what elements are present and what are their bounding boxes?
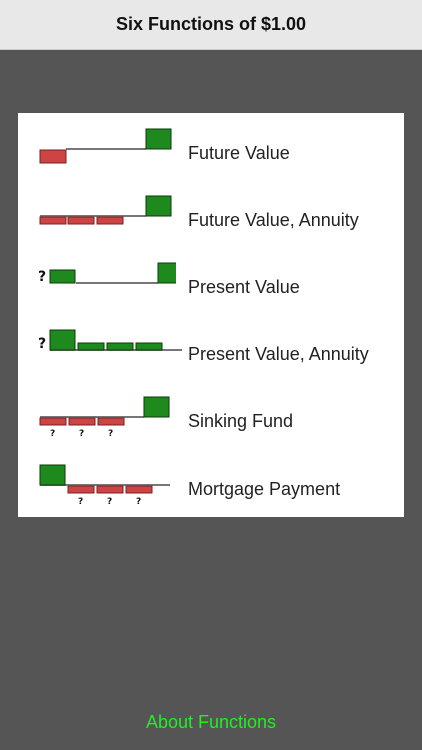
svg-text:?: ?: [38, 269, 46, 285]
svg-text:?: ?: [50, 429, 55, 439]
svg-text:?: ?: [79, 429, 84, 439]
about-functions-link[interactable]: About Functions: [0, 712, 422, 733]
navigation-bar: Six Functions of $1.00: [0, 0, 422, 50]
mortgage-payment-diagram-icon: ? ? ?: [39, 464, 170, 507]
list-item-label: Present Value, Annuity: [188, 344, 369, 364]
list-item-label: Present Value: [188, 277, 300, 297]
future-value-diagram-icon: ?: [39, 128, 172, 164]
list-item-sinking-fund[interactable]: ? ? ? Sinking Fund: [18, 391, 404, 449]
functions-list: ? Future Value ? Future Value, Annuity ?…: [18, 113, 404, 517]
present-value-annuity-diagram-icon: ?: [38, 329, 182, 352]
svg-text:?: ?: [78, 497, 83, 507]
list-item-label: Future Value, Annuity: [188, 210, 359, 230]
list-item-label: Sinking Fund: [188, 411, 294, 431]
list-item-present-value[interactable]: ? Present Value: [18, 257, 404, 315]
svg-text:?: ?: [38, 336, 46, 352]
list-item-label: Future Value: [188, 143, 290, 163]
list-item-mortgage-payment[interactable]: ? ? ? Mortgage Payment: [18, 459, 404, 517]
future-value-annuity-diagram-icon: ?: [39, 195, 172, 225]
list-item-future-value-annuity[interactable]: ? Future Value, Annuity: [18, 190, 404, 248]
page-title: Six Functions of $1.00: [115, 14, 307, 34]
svg-text:?: ?: [136, 497, 141, 507]
list-item-label: Mortgage Payment: [188, 479, 341, 499]
svg-text:?: ?: [108, 429, 113, 439]
svg-text:?: ?: [107, 497, 112, 507]
present-value-diagram-icon: ?: [38, 262, 176, 285]
list-item-present-value-annuity[interactable]: ? Present Value, Annuity: [18, 324, 404, 382]
list-item-future-value[interactable]: ? Future Value: [18, 123, 404, 181]
sinking-fund-diagram-icon: ? ? ?: [39, 396, 170, 439]
